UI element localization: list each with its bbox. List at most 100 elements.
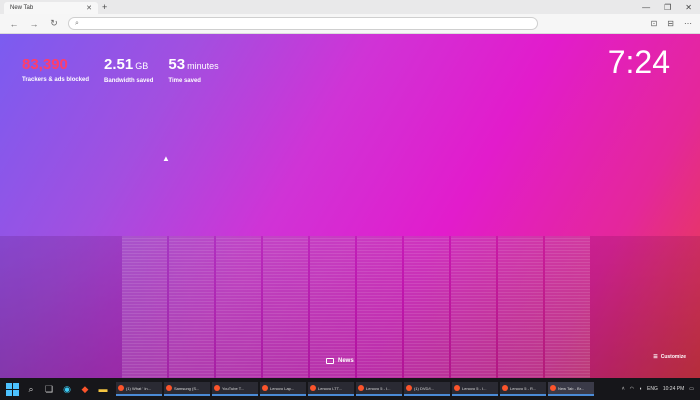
tray-language[interactable]: ENG bbox=[647, 386, 658, 392]
stat-time: 53 minutes Time saved bbox=[168, 56, 218, 84]
address-input[interactable] bbox=[82, 20, 531, 27]
brave-icon[interactable]: ◆ bbox=[78, 382, 92, 396]
new-tab-page: 83,390 Trackers & ads blocked 2.51 GB Ban… bbox=[0, 34, 700, 392]
taskbar-app-label: New Tab - Br... bbox=[558, 385, 585, 391]
taskbar-app-button[interactable]: Samsung (S... bbox=[164, 382, 210, 396]
top-site-tile[interactable] bbox=[263, 236, 308, 392]
windows-taskbar: ⌕ ❏ ◉ ◆ ▬ (1) What ' In... Samsung (S... Y… bbox=[0, 378, 700, 400]
stat-time-value: 53 minutes bbox=[168, 56, 218, 75]
privacy-stats: 83,390 Trackers & ads blocked 2.51 GB Ban… bbox=[22, 56, 219, 84]
top-site-tile[interactable] bbox=[404, 236, 449, 392]
browser-toolbar: ← → ↻ ⌕ ⊡ ⊟ ⋯ bbox=[0, 14, 700, 34]
search-icon[interactable]: ⌕ bbox=[24, 382, 38, 396]
back-icon[interactable]: ← bbox=[8, 19, 20, 29]
new-tab-button[interactable]: + bbox=[102, 2, 107, 12]
taskbar-app-label: Lenovo 5 - R... bbox=[510, 385, 537, 391]
tab-new-tab[interactable]: New Tab ✕ bbox=[4, 2, 98, 14]
stat-time-label: Time saved bbox=[168, 78, 201, 84]
taskbar-app-label: Lenovo Lap... bbox=[270, 385, 295, 391]
search-icon: ⌕ bbox=[75, 19, 79, 27]
stat-bandwidth-unit: GB bbox=[135, 61, 149, 71]
news-button[interactable]: News bbox=[326, 358, 354, 364]
stat-trackers-value: 83,390 bbox=[22, 56, 89, 74]
brave-app-icon bbox=[502, 385, 508, 391]
edge-icon[interactable]: ◉ bbox=[60, 382, 74, 396]
network-icon[interactable]: ◠ bbox=[630, 386, 634, 392]
taskbar-app-label: Samsung (S... bbox=[174, 385, 200, 391]
notification-icon[interactable]: ▭ bbox=[689, 386, 694, 392]
customize-icon: ☰ bbox=[653, 354, 658, 360]
top-site-tile[interactable] bbox=[498, 236, 543, 392]
news-label: News bbox=[338, 358, 354, 364]
window-controls: — ❐ ✕ bbox=[642, 3, 700, 12]
minimize-icon[interactable]: — bbox=[642, 3, 650, 12]
brave-app-icon bbox=[550, 385, 556, 391]
news-icon bbox=[326, 358, 334, 364]
stat-trackers: 83,390 Trackers & ads blocked bbox=[22, 56, 89, 84]
brave-app-icon bbox=[214, 385, 220, 391]
clock: 7:24 bbox=[607, 44, 670, 80]
task-view-icon[interactable]: ❏ bbox=[42, 382, 56, 396]
maximize-icon[interactable]: ❐ bbox=[664, 3, 671, 12]
taskbar-apps: (1) What ' In... Samsung (S... YouTube T..… bbox=[116, 382, 594, 396]
close-window-icon[interactable]: ✕ bbox=[685, 3, 692, 12]
customize-button[interactable]: ☰ Customize bbox=[653, 354, 686, 360]
top-site-tile[interactable] bbox=[122, 236, 167, 392]
brave-app-icon bbox=[454, 385, 460, 391]
top-sites-tiles bbox=[122, 236, 590, 392]
taskbar-app-label: (1) What ' In... bbox=[126, 385, 151, 391]
top-site-tile[interactable] bbox=[310, 236, 355, 392]
taskbar-app-button[interactable]: (1) DVD/I... bbox=[404, 382, 450, 396]
top-site-tile[interactable] bbox=[545, 236, 590, 392]
file-explorer-icon[interactable]: ▬ bbox=[96, 382, 110, 396]
taskbar-app-button[interactable]: (1) What ' In... bbox=[116, 382, 162, 396]
taskbar-app-label: Lenovo 5 - I... bbox=[462, 385, 487, 391]
taskbar-app-label: YouTube T... bbox=[222, 385, 245, 391]
stat-bandwidth-number: 2.51 bbox=[104, 56, 134, 73]
taskbar-app-label: Lenovo LTT... bbox=[318, 385, 342, 391]
taskbar-app-button[interactable]: New Tab - Br... bbox=[548, 382, 594, 396]
stat-trackers-number: 83,390 bbox=[22, 56, 68, 73]
top-site-tile[interactable] bbox=[169, 236, 214, 392]
stat-bandwidth-label: Bandwidth saved bbox=[104, 78, 154, 84]
taskbar-app-button[interactable]: Lenovo LTT... bbox=[308, 382, 354, 396]
brave-app-icon bbox=[166, 385, 172, 391]
brave-shields-icon[interactable]: ⊡ bbox=[651, 19, 658, 28]
toolbar-icons: ⊡ ⊟ ⋯ bbox=[651, 19, 692, 28]
tab-title: New Tab bbox=[10, 5, 34, 11]
reload-icon[interactable]: ↻ bbox=[48, 18, 60, 29]
taskbar-app-button[interactable]: Lenovo 5 - R... bbox=[500, 382, 546, 396]
stat-bandwidth-value: 2.51 GB bbox=[104, 56, 153, 75]
sidebar-icon[interactable]: ⊟ bbox=[667, 19, 674, 28]
taskbar-app-label: Lenovo 5 - I... bbox=[366, 385, 391, 391]
top-site-tile[interactable] bbox=[357, 236, 402, 392]
taskbar-app-button[interactable]: Lenovo 5 - I... bbox=[356, 382, 402, 396]
menu-icon[interactable]: ⋯ bbox=[684, 19, 692, 28]
taskbar-app-button[interactable]: Lenovo 5 - I... bbox=[452, 382, 498, 396]
customize-label: Customize bbox=[660, 354, 686, 360]
forward-icon[interactable]: → bbox=[28, 19, 40, 29]
top-site-tile[interactable] bbox=[451, 236, 496, 392]
tray-time[interactable]: 10:24 PM bbox=[663, 386, 684, 392]
top-site-tile[interactable] bbox=[216, 236, 261, 392]
stat-bandwidth: 2.51 GB Bandwidth saved bbox=[104, 56, 153, 84]
system-tray: ˄ ◠ ◖ ENG 10:24 PM ▭ bbox=[622, 386, 700, 392]
volume-icon[interactable]: ◖ bbox=[639, 386, 642, 392]
taskbar-app-button[interactable]: YouTube T... bbox=[212, 382, 258, 396]
brave-app-icon bbox=[118, 385, 124, 391]
windows-start-icon[interactable] bbox=[4, 381, 20, 397]
stat-trackers-label: Trackers & ads blocked bbox=[22, 77, 90, 83]
stat-time-number: 53 bbox=[168, 56, 186, 73]
stat-time-unit: minutes bbox=[187, 61, 219, 71]
brave-app-icon bbox=[358, 385, 364, 391]
address-bar[interactable]: ⌕ bbox=[68, 17, 538, 30]
brave-app-icon bbox=[262, 385, 268, 391]
brave-app-icon bbox=[406, 385, 412, 391]
taskbar-app-button[interactable]: Lenovo Lap... bbox=[260, 382, 306, 396]
taskbar-app-label: (1) DVD/I... bbox=[414, 385, 435, 391]
tray-chevron-icon[interactable]: ˄ bbox=[622, 386, 625, 392]
browser-tabstrip: New Tab ✕ + — ❐ ✕ bbox=[0, 0, 700, 14]
brave-app-icon bbox=[310, 385, 316, 391]
close-tab-icon[interactable]: ✕ bbox=[86, 4, 92, 12]
mouse-cursor-icon: ▲ bbox=[162, 154, 170, 163]
